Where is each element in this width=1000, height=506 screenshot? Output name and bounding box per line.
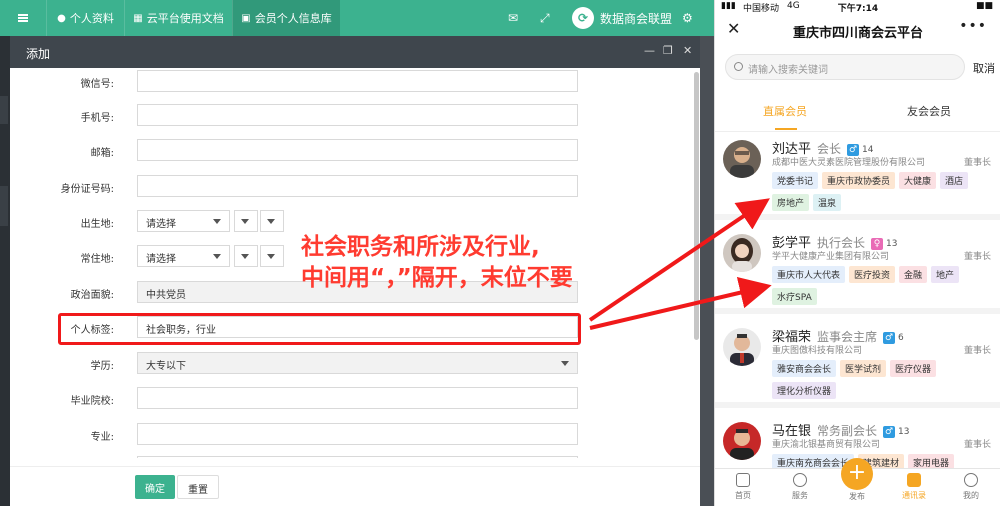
arrow-to-member-1-tags (588, 198, 770, 322)
annotation-arrows (588, 198, 772, 330)
arrow-to-member-2-tags (589, 277, 772, 330)
